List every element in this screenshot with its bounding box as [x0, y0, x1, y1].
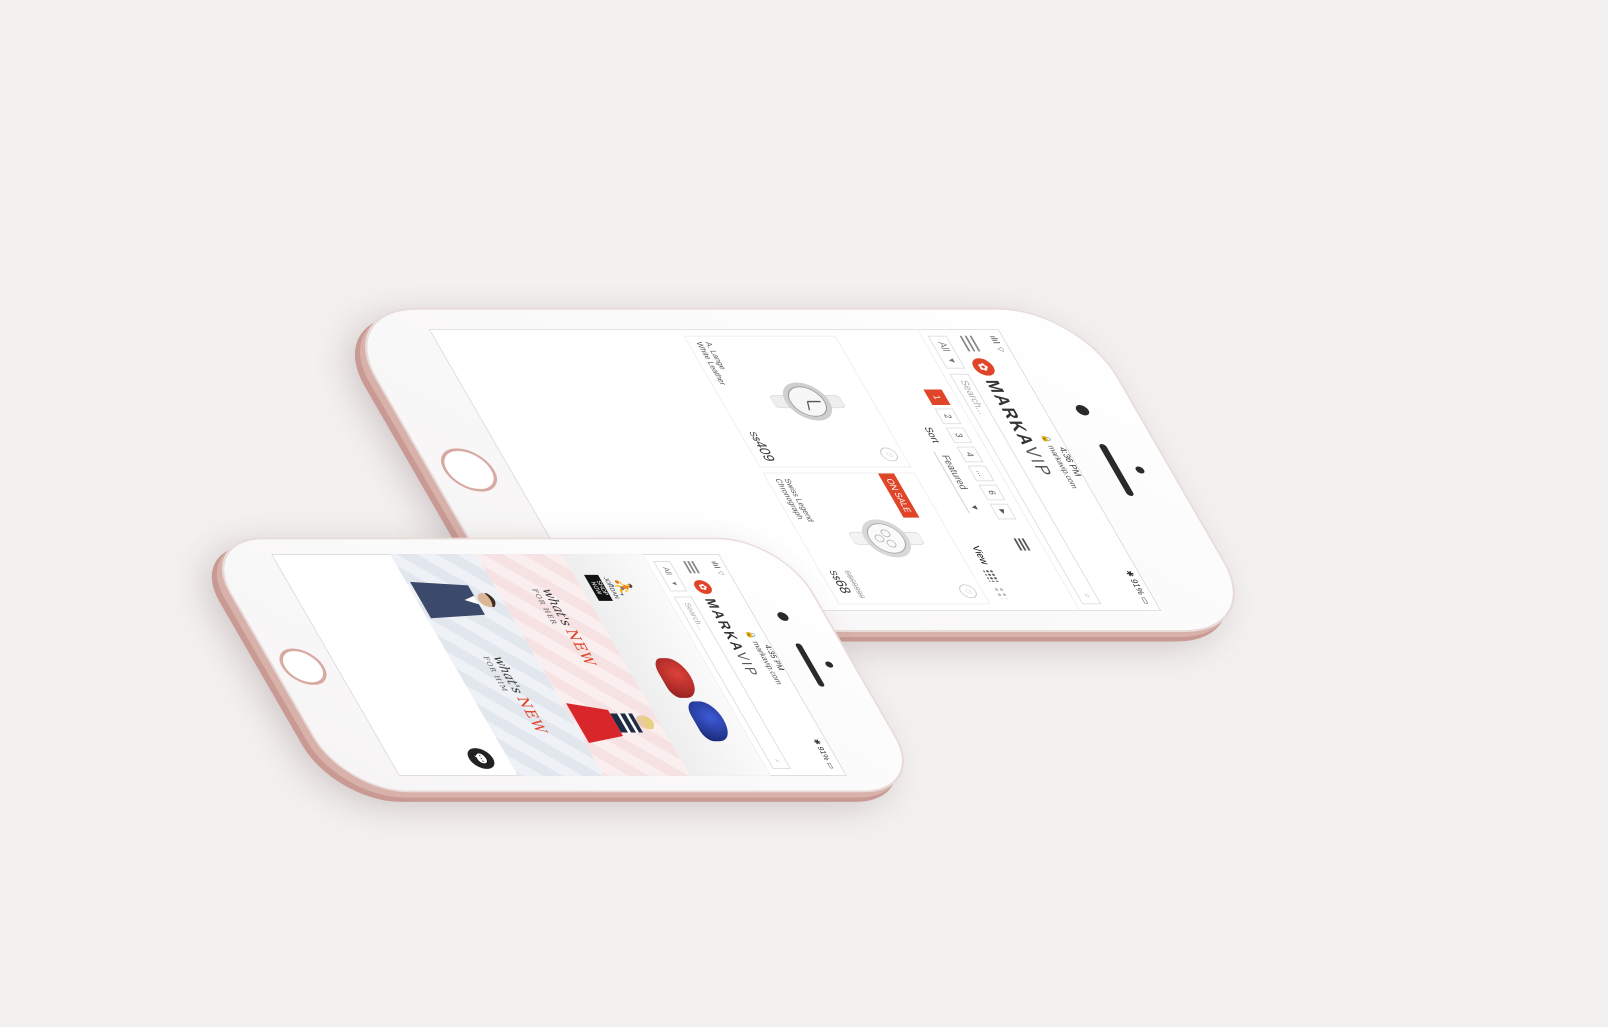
page-6[interactable]: 6 [978, 484, 1006, 501]
wishlist-heart-icon[interactable]: ♡ [955, 584, 980, 599]
page-3[interactable]: 3 [945, 427, 973, 444]
logo-mark-icon: ✿ [968, 358, 999, 376]
page-ellipsis: ... [967, 465, 995, 482]
chat-icon[interactable]: 💬 [463, 748, 500, 769]
menu-icon[interactable] [682, 561, 700, 574]
next-page-icon[interactable]: ► [989, 503, 1017, 520]
list-view-icon[interactable] [1013, 538, 1031, 551]
page-1[interactable]: 1 [923, 389, 951, 406]
sort-label: Sort [921, 426, 942, 443]
product-meta: A. Lange White Leather S$409 [694, 342, 781, 462]
watch-image [769, 382, 846, 421]
product-name: Swiss Legend Chronograph [773, 478, 816, 522]
whats-new-him-text: what's NEW FOR HIM [481, 656, 552, 734]
chevron-down-icon: ▾ [944, 358, 959, 363]
earpiece [794, 643, 826, 687]
home-button[interactable] [271, 648, 335, 685]
product-name: A. Lange White Leather [694, 341, 729, 385]
watch-image [848, 519, 925, 558]
product-price: S$99999 S$68 [826, 570, 868, 599]
page-2[interactable]: 2 [934, 408, 962, 425]
grid-3-view-icon[interactable] [982, 569, 1000, 582]
product-price: S$409 [746, 431, 780, 462]
grid-2-view-icon[interactable] [992, 586, 1010, 600]
blue-shoe-image [682, 701, 736, 742]
chevron-down-icon: ▾ [669, 581, 681, 586]
menu-icon[interactable] [959, 335, 981, 352]
home-button[interactable] [431, 448, 507, 492]
search-icon[interactable]: ⌕ [1080, 593, 1094, 598]
red-shoe-image [649, 658, 703, 698]
small-screen: ılıl ⌔ 4:35 PM 🔒 markavip.com ✱ 91% ▭ ✿ … [271, 554, 847, 776]
logo-mark-icon: ✿ [690, 580, 715, 594]
chevron-down-icon: ▾ [967, 505, 981, 510]
search-icon[interactable]: ⌕ [771, 759, 783, 763]
sensor [1133, 466, 1146, 474]
jordan-logo: ⛹ JORDAN SHOP NOW [583, 574, 641, 601]
page-4[interactable]: 4 [956, 446, 984, 463]
earpiece [1097, 444, 1135, 496]
front-camera [1073, 405, 1092, 416]
sensor [823, 661, 835, 668]
wishlist-heart-icon[interactable]: ♡ [876, 447, 901, 462]
scene: ılıl ⌔ 4:36 PM 🔒 markavip.com ✱ 91% ▭ ✿ … [0, 0, 1608, 1027]
front-camera [775, 612, 791, 621]
